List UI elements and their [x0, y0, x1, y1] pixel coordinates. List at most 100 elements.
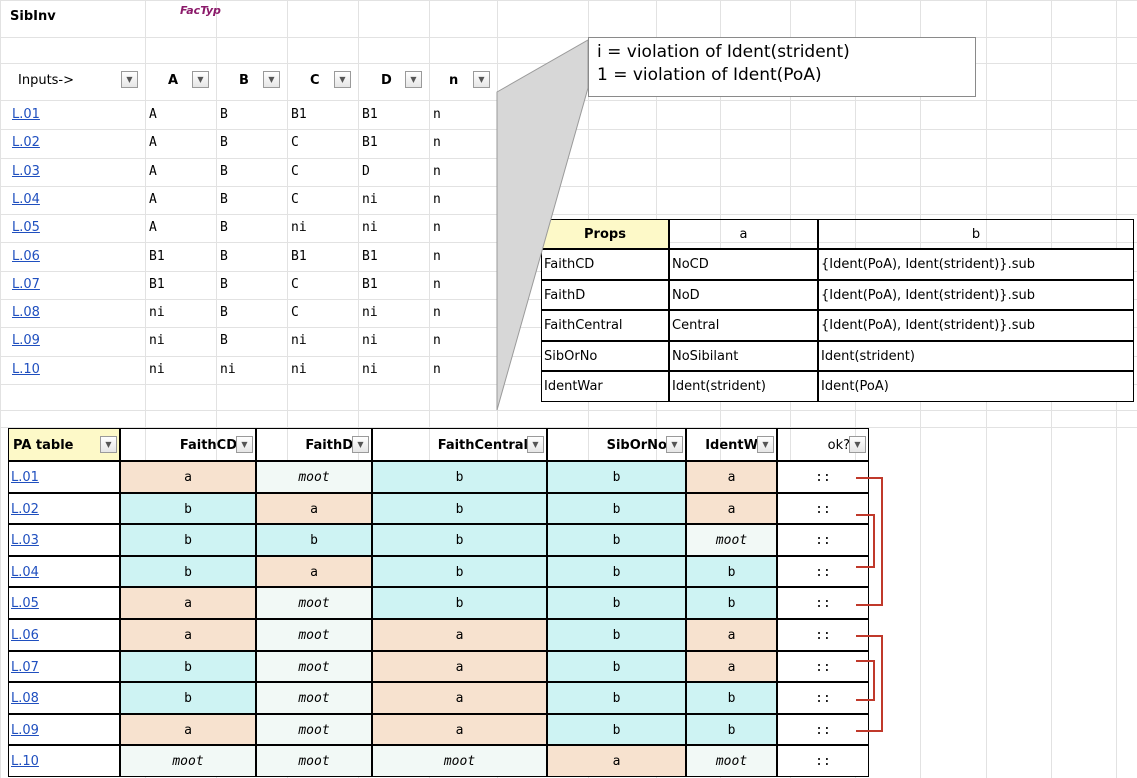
pa-cell: a: [686, 492, 777, 525]
sibinv-cell: ni: [149, 362, 165, 376]
pa-cell: b: [372, 492, 547, 525]
pa-cell: b: [547, 587, 686, 619]
pa-filter-button[interactable]: ▼: [352, 436, 369, 453]
filter-c-button[interactable]: ▼: [334, 71, 351, 88]
sibinv-cell: A: [149, 108, 157, 121]
sibinv-row-link[interactable]: L.10: [12, 363, 40, 376]
pa-cell: ::: [777, 713, 869, 746]
pa-row-link[interactable]: L.05: [8, 587, 120, 619]
pa-row-link[interactable]: L.01: [8, 461, 120, 493]
pa-cell: b: [372, 524, 547, 556]
sibinv-cell: B1: [149, 277, 165, 291]
props-col-a-header: a: [669, 219, 818, 249]
pa-cell: a: [120, 461, 256, 493]
pa-cell: a: [256, 555, 372, 588]
column-header-inputs: Inputs->: [18, 74, 75, 87]
pa-cell: moot: [256, 682, 372, 714]
pa-cell: ::: [777, 492, 869, 525]
pa-cell: b: [686, 713, 777, 746]
pa-cell: a: [120, 713, 256, 746]
pa-filter-button[interactable]: ▼: [527, 436, 544, 453]
props-cell: {Ident(PoA), Ident(strident)}.sub: [818, 310, 1134, 341]
pa-cell: moot: [256, 619, 372, 651]
pa-cell: b: [686, 555, 777, 588]
pa-row-link[interactable]: L.09: [8, 713, 120, 746]
pa-cell: moot: [256, 587, 372, 619]
sibinv-cell: n: [433, 277, 441, 291]
pa-filter-button[interactable]: ▼: [757, 436, 774, 453]
factyp-label: FacTyp: [180, 5, 221, 16]
sibinv-row-link[interactable]: L.09: [12, 334, 40, 347]
sibinv-cell: n: [433, 164, 441, 178]
sibinv-cell: ni: [149, 334, 165, 348]
pa-row-link[interactable]: L.02: [8, 492, 120, 525]
props-cell: {Ident(PoA), Ident(strident)}.sub: [818, 249, 1134, 280]
pa-row-link[interactable]: L.10: [8, 745, 120, 777]
sibinv-cell: ni: [362, 192, 378, 206]
pa-filter-button[interactable]: ▼: [100, 436, 117, 453]
pa-cell: a: [120, 619, 256, 651]
pa-cell: moot: [120, 745, 256, 777]
sibinv-cell: C: [291, 277, 299, 291]
props-cell: Ident(PoA): [818, 371, 1134, 402]
pa-filter-button[interactable]: ▼: [666, 436, 683, 453]
sibinv-cell: ni: [362, 334, 378, 348]
sibinv-row-link[interactable]: L.03: [12, 165, 40, 178]
legend-note: i = violation of Ident(strident) 1 = vio…: [588, 37, 976, 97]
pa-filter-button[interactable]: ▼: [236, 436, 253, 453]
sibinv-cell: ni: [362, 306, 378, 320]
sibinv-cell: A: [149, 164, 157, 178]
filter-d-button[interactable]: ▼: [405, 71, 422, 88]
filter-b-button[interactable]: ▼: [263, 71, 280, 88]
pa-row-link[interactable]: L.03: [8, 524, 120, 556]
pa-cell: ::: [777, 682, 869, 714]
filter-n-button[interactable]: ▼: [473, 71, 490, 88]
sibinv-cell: C: [291, 164, 299, 178]
sibinv-cell: ni: [362, 362, 378, 376]
sibinv-cell: n: [433, 249, 441, 263]
sibinv-cell: B1: [362, 136, 378, 150]
pa-filter-button[interactable]: ▼: [849, 436, 866, 453]
sibinv-cell: B: [220, 277, 228, 291]
pa-cell: moot: [686, 745, 777, 777]
pa-cell: a: [372, 682, 547, 714]
filter-a-button[interactable]: ▼: [192, 71, 209, 88]
inputs-filter-button[interactable]: ▼: [121, 71, 138, 88]
pa-cell: b: [120, 492, 256, 525]
sibinv-row-link[interactable]: L.02: [12, 136, 40, 149]
pa-row-link[interactable]: L.06: [8, 619, 120, 651]
sibinv-cell: ni: [362, 221, 378, 235]
sibinv-row-link[interactable]: L.06: [12, 250, 40, 263]
pa-cell: moot: [372, 745, 547, 777]
pa-row-link[interactable]: L.04: [8, 555, 120, 588]
sibinv-cell: B: [220, 192, 228, 206]
pa-cell: moot: [686, 524, 777, 556]
pa-cell: ::: [777, 745, 869, 777]
sibinv-cell: B: [220, 221, 228, 235]
pa-row-link[interactable]: L.08: [8, 682, 120, 714]
pa-row-link[interactable]: L.07: [8, 650, 120, 683]
column-header-c: C: [310, 74, 320, 87]
pa-cell: b: [547, 555, 686, 588]
pa-cell: ::: [777, 587, 869, 619]
column-header-b: B: [239, 74, 249, 87]
sibinv-row-link[interactable]: L.01: [12, 108, 40, 121]
pa-cell: moot: [256, 650, 372, 683]
pa-cell: ::: [777, 650, 869, 683]
sibinv-row-link[interactable]: L.04: [12, 193, 40, 206]
sibinv-cell: B1: [291, 249, 307, 263]
pa-cell: a: [120, 587, 256, 619]
props-cell: Central: [669, 310, 818, 341]
sheet-title: SibInv: [10, 10, 56, 23]
sibinv-row-link[interactable]: L.05: [12, 221, 40, 234]
pa-cell: b: [372, 587, 547, 619]
sibinv-row-link[interactable]: L.07: [12, 278, 40, 291]
pa-cell: a: [686, 650, 777, 683]
pa-cell: b: [120, 555, 256, 588]
pa-cell: ::: [777, 555, 869, 588]
sibinv-row-link[interactable]: L.08: [12, 306, 40, 319]
pa-cell: a: [686, 461, 777, 493]
props-cell: Ident(strident): [818, 340, 1134, 371]
sibinv-cell: B1: [291, 108, 307, 121]
pa-cell: b: [547, 650, 686, 683]
